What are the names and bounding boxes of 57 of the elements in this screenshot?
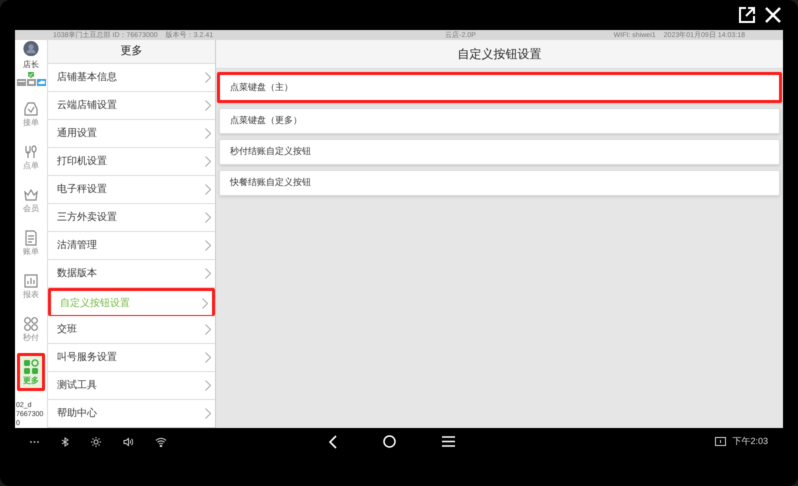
nav-item[interactable]: 账单 bbox=[17, 224, 45, 262]
menu-item[interactable]: 三方外卖设置 bbox=[48, 204, 215, 232]
external-link-icon[interactable] bbox=[738, 6, 756, 24]
home-icon[interactable] bbox=[383, 435, 396, 448]
back-icon[interactable] bbox=[329, 434, 337, 448]
wifi-icon[interactable] bbox=[155, 436, 167, 446]
menu-item[interactable]: 测试工具 bbox=[48, 372, 215, 400]
chevron-right-icon bbox=[205, 156, 211, 167]
chart-icon bbox=[23, 273, 39, 289]
settings-option[interactable]: 秒付结账自定义按钮 bbox=[219, 139, 780, 165]
inbox-icon bbox=[23, 101, 39, 117]
settings-option[interactable]: 点菜键盘（更多） bbox=[219, 108, 780, 134]
brightness-icon[interactable] bbox=[91, 436, 101, 446]
bluetooth-icon[interactable] bbox=[61, 436, 69, 446]
chevron-right-icon bbox=[205, 352, 211, 363]
settings-option[interactable]: 快餐结账自定义按钮 bbox=[219, 170, 780, 196]
chevron-right-icon bbox=[205, 268, 211, 279]
menu-item[interactable]: 店铺基本信息 bbox=[48, 64, 215, 92]
chevron-right-icon bbox=[205, 380, 211, 391]
chevron-right-icon bbox=[205, 128, 211, 139]
chevron-right-icon bbox=[205, 240, 211, 251]
menu-item[interactable]: 通用设置 bbox=[48, 120, 215, 148]
menu-item[interactable]: 帮助中心 bbox=[48, 400, 215, 428]
nav-item[interactable]: 报表 bbox=[17, 267, 45, 305]
chevron-right-icon bbox=[205, 408, 211, 419]
tiles-icon bbox=[23, 359, 39, 375]
crown-icon bbox=[23, 187, 39, 203]
document-icon bbox=[23, 230, 39, 246]
menu-item[interactable]: 数据版本 bbox=[48, 260, 215, 288]
close-icon[interactable] bbox=[764, 6, 782, 24]
circles-grid-icon bbox=[23, 316, 39, 332]
menu-item[interactable]: 交班 bbox=[48, 316, 215, 344]
printer-icon bbox=[26, 79, 36, 86]
nav-item[interactable]: 点单 bbox=[17, 138, 45, 176]
nav-item[interactable]: 接单 bbox=[17, 95, 45, 133]
chevron-right-icon bbox=[205, 184, 211, 195]
chevron-right-icon bbox=[205, 100, 211, 111]
user-role: 店长 bbox=[23, 61, 39, 70]
screen-icon[interactable] bbox=[715, 437, 726, 446]
volume-icon[interactable] bbox=[123, 436, 133, 446]
clock-time: 下午2:03 bbox=[732, 434, 768, 448]
utensils-icon bbox=[23, 144, 39, 160]
settings-option[interactable]: 点菜键盘（主） bbox=[217, 72, 782, 103]
menu-item[interactable]: 电子秤设置 bbox=[48, 176, 215, 204]
nav-item[interactable]: 秒付 bbox=[17, 310, 45, 348]
menu-icon[interactable] bbox=[442, 436, 455, 447]
panel-title: 自定义按钮设置 bbox=[216, 40, 783, 69]
menu-item[interactable]: 叫号服务设置 bbox=[48, 344, 215, 372]
chevron-right-icon bbox=[205, 212, 211, 223]
monitor-check-icon bbox=[26, 72, 36, 78]
menu-item[interactable]: 打印机设置 bbox=[48, 148, 215, 176]
chevron-right-icon bbox=[205, 72, 211, 83]
chevron-right-icon bbox=[202, 298, 208, 308]
nav-item[interactable]: 会员 bbox=[17, 181, 45, 219]
menu-item[interactable]: 沽清管理 bbox=[48, 232, 215, 260]
menu-item[interactable]: 云端店铺设置 bbox=[48, 92, 215, 120]
chevron-right-icon bbox=[205, 324, 211, 335]
